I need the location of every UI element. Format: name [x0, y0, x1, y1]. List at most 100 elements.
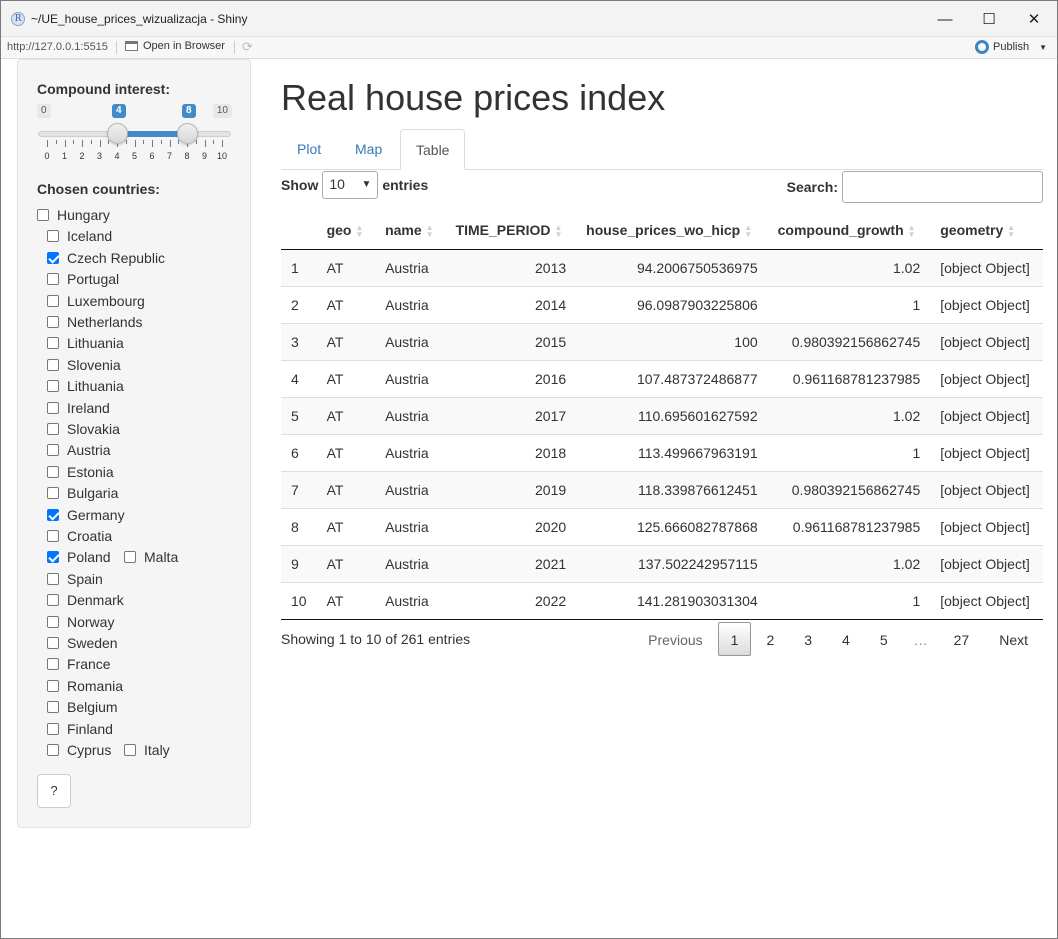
checkbox[interactable] [47, 465, 59, 478]
checkbox[interactable] [47, 337, 59, 350]
column-header-geo[interactable]: geo ▲ ▼ [316, 211, 376, 250]
checkbox[interactable] [47, 722, 59, 735]
tab-map[interactable]: Map [340, 129, 397, 170]
column-header-house-prices[interactable]: house_prices_wo_hicp ▲ ▼ [576, 211, 768, 250]
country-checkbox-czech-republic[interactable]: Czech Republic [47, 249, 165, 267]
country-checkbox-iceland[interactable]: Iceland [47, 227, 112, 245]
country-checkbox-estonia[interactable]: Estonia [47, 463, 114, 481]
table-row[interactable]: 3 AT Austria 2015 100 0.980392156862745 [objec… [281, 322, 1043, 360]
country-checkbox-lithuania[interactable]: Lithuania [47, 334, 124, 352]
country-checkbox-malta[interactable]: Malta [124, 548, 178, 566]
entries-select[interactable]: 10 ▼ [322, 171, 379, 199]
checkbox[interactable] [47, 316, 59, 328]
checkbox[interactable] [47, 701, 59, 714]
country-checkbox-luxembourg[interactable]: Luxembourg [47, 292, 145, 310]
table-row[interactable]: 4 AT Austria 2016 107.487372486877 0.96116878… [281, 359, 1043, 397]
checkbox[interactable] [47, 508, 59, 521]
slider-low-handle[interactable] [107, 123, 128, 144]
checkbox[interactable] [124, 744, 136, 756]
country-checkbox-croatia[interactable]: Croatia [47, 527, 112, 545]
country-checkbox-sweden[interactable]: Sweden [47, 634, 118, 652]
tab-table[interactable]: Table [400, 129, 466, 170]
column-header-index[interactable] [281, 211, 317, 250]
sort-icon[interactable]: ▲ ▼ [426, 223, 434, 238]
country-checkbox-ireland[interactable]: Ireland [47, 399, 110, 417]
table-row[interactable]: 7 AT Austria 2019 118.339876612451 0.98039215… [281, 470, 1043, 508]
checkbox[interactable] [47, 423, 59, 435]
minimize-button[interactable]: — [922, 1, 968, 37]
checkbox[interactable] [47, 658, 59, 671]
next-page-button[interactable]: Next [984, 622, 1043, 656]
checkbox[interactable] [47, 551, 59, 564]
page-button-27[interactable]: 27 [939, 622, 985, 656]
open-in-browser-button[interactable]: Open in Browser [125, 40, 225, 52]
maximize-button[interactable]: ☐ [966, 1, 1012, 37]
chevron-down-icon[interactable]: ▼ [1039, 43, 1047, 52]
country-checkbox-norway[interactable]: Norway [47, 613, 114, 631]
table-row[interactable]: 2 AT Austria 2014 96.0987903225806 1 [object O… [281, 285, 1043, 323]
country-checkbox-poland[interactable]: Poland [47, 548, 111, 566]
country-checkbox-finland[interactable]: Finland [47, 720, 113, 738]
previous-page-button[interactable]: Previous [633, 622, 717, 656]
country-checkbox-austria[interactable]: Austria [47, 441, 111, 459]
page-button-5[interactable]: 5 [865, 622, 903, 656]
column-header-time-period[interactable]: TIME_PERIOD ▲ ▼ [445, 211, 577, 250]
checkbox[interactable] [47, 594, 59, 607]
country-checkbox-bulgaria[interactable]: Bulgaria [47, 484, 118, 502]
help-button[interactable]: ? [37, 774, 71, 808]
close-button[interactable]: ✕ [1011, 1, 1057, 37]
compound-interest-slider[interactable]: 0 10 4 8 0 1 2 3 4 5 6 7 8 9 10 [37, 104, 232, 164]
checkbox[interactable] [37, 209, 49, 221]
tab-plot[interactable]: Plot [282, 129, 336, 170]
table-row[interactable]: 1 AT Austria 2013 94.2006750536975 1.02 [objec… [281, 248, 1043, 286]
country-checkbox-portugal[interactable]: Portugal [47, 270, 119, 288]
refresh-icon[interactable]: ⟳ [242, 39, 253, 55]
page-button-4[interactable]: 4 [827, 622, 865, 656]
sort-icon[interactable]: ▲ ▼ [1007, 223, 1015, 238]
checkbox[interactable] [47, 401, 59, 414]
checkbox[interactable] [47, 444, 59, 457]
checkbox[interactable] [47, 251, 59, 264]
table-row[interactable]: 5 AT Austria 2017 110.695601627592 1.02 [objec… [281, 396, 1043, 434]
slider-high-handle[interactable] [177, 123, 198, 144]
country-checkbox-slovakia[interactable]: Slovakia [47, 420, 120, 438]
page-button-3[interactable]: 3 [789, 622, 827, 656]
table-row[interactable]: 9 AT Austria 2021 137.502242957115 1.02 [objec… [281, 544, 1043, 582]
sort-icon[interactable]: ▲ ▼ [908, 223, 916, 238]
checkbox[interactable] [124, 551, 136, 564]
country-checkbox-germany[interactable]: Germany [47, 506, 125, 524]
checkbox[interactable] [47, 615, 59, 628]
sort-icon[interactable]: ▲ ▼ [554, 223, 562, 238]
checkbox[interactable] [47, 380, 59, 393]
table-row[interactable]: 6 AT Austria 2018 113.499667963191 1 [object O… [281, 433, 1043, 471]
checkbox[interactable] [47, 637, 59, 649]
country-checkbox-belgium[interactable]: Belgium [47, 698, 118, 716]
checkbox[interactable] [47, 294, 59, 307]
column-header-name[interactable]: name ▲ ▼ [375, 211, 446, 250]
country-checkbox-denmark[interactable]: Denmark [47, 591, 124, 609]
checkbox[interactable] [47, 487, 59, 500]
country-checkbox-spain[interactable]: Spain [47, 570, 103, 588]
checkbox[interactable] [47, 572, 59, 585]
country-checkbox-france[interactable]: France [47, 655, 111, 673]
page-button-1[interactable]: 1 [717, 622, 752, 656]
checkbox[interactable] [47, 744, 59, 756]
publish-button[interactable]: Publish ▼ [975, 40, 1047, 54]
checkbox[interactable] [47, 273, 59, 286]
table-row[interactable]: 8 AT Austria 2020 125.666082787868 0.96116878… [281, 507, 1043, 545]
country-checkbox-cyprus[interactable]: Cyprus [47, 741, 111, 759]
checkbox[interactable] [47, 530, 59, 542]
checkbox[interactable] [47, 358, 59, 371]
country-checkbox-hungary[interactable]: Hungary [37, 206, 110, 224]
country-checkbox-italy[interactable]: Italy [124, 741, 170, 759]
country-checkbox-romania[interactable]: Romania [47, 677, 123, 695]
country-checkbox-lithuania[interactable]: Lithuania [47, 377, 124, 395]
table-row[interactable]: 10 AT Austria 2022 141.281903031304 1 [object … [281, 581, 1043, 620]
country-checkbox-slovenia[interactable]: Slovenia [47, 356, 121, 374]
column-header-geometry[interactable]: geometry ▲ ▼ [930, 211, 1043, 250]
sort-icon[interactable]: ▲ ▼ [744, 223, 752, 238]
checkbox[interactable] [47, 230, 59, 243]
search-input[interactable] [842, 171, 1043, 203]
country-checkbox-netherlands[interactable]: Netherlands [47, 313, 143, 331]
sort-icon[interactable]: ▲ ▼ [355, 223, 363, 238]
